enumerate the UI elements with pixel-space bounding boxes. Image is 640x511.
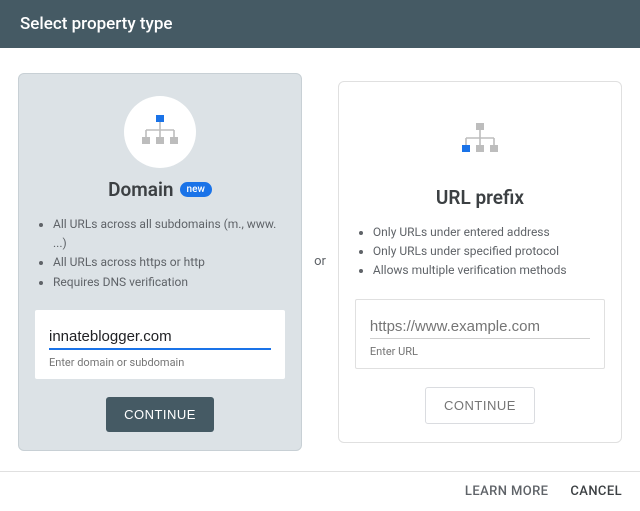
domain-card[interactable]: Domain new All URLs across all subdomain…	[18, 73, 302, 451]
dialog-title: Select property type	[20, 14, 173, 34]
or-separator: or	[312, 254, 328, 269]
url-input[interactable]	[370, 318, 590, 339]
domain-input[interactable]	[49, 328, 271, 350]
url-continue-button[interactable]: CONTINUE	[425, 387, 535, 424]
dialog-header: Select property type	[0, 0, 640, 48]
domain-icon-circle	[124, 96, 196, 168]
domain-input-helper: Enter domain or subdomain	[49, 356, 271, 369]
domain-title-row: Domain new	[108, 178, 212, 201]
url-bullet: Allows multiple verification methods	[373, 261, 567, 280]
domain-bullet: All URLs across all subdomains (m., www.…	[53, 215, 285, 253]
url-title: URL prefix	[436, 186, 524, 209]
sitemap-icon	[140, 115, 180, 149]
domain-continue-button[interactable]: CONTINUE	[106, 397, 214, 432]
url-bullet: Only URLs under specified protocol	[373, 242, 567, 261]
domain-input-box: Enter domain or subdomain	[35, 310, 285, 379]
url-prefix-card[interactable]: URL prefix Only URLs under entered addre…	[338, 81, 622, 443]
url-title-row: URL prefix	[436, 186, 524, 209]
cancel-button[interactable]: CANCEL	[570, 484, 622, 499]
dialog-content: Domain new All URLs across all subdomain…	[0, 48, 640, 471]
learn-more-link[interactable]: LEARN MORE	[465, 484, 548, 499]
new-badge: new	[180, 182, 212, 197]
url-bullets: Only URLs under entered address Only URL…	[355, 223, 567, 281]
sitemap-icon	[460, 123, 500, 157]
domain-bullet: All URLs across https or http	[53, 253, 285, 272]
domain-title: Domain	[108, 178, 173, 201]
dialog-footer: LEARN MORE CANCEL	[0, 471, 640, 511]
url-bullet: Only URLs under entered address	[373, 223, 567, 242]
url-input-helper: Enter URL	[370, 345, 590, 358]
url-icon-circle	[444, 104, 516, 176]
domain-bullets: All URLs across all subdomains (m., www.…	[35, 215, 285, 292]
domain-bullet: Requires DNS verification	[53, 273, 285, 292]
url-input-box: Enter URL	[355, 299, 605, 369]
